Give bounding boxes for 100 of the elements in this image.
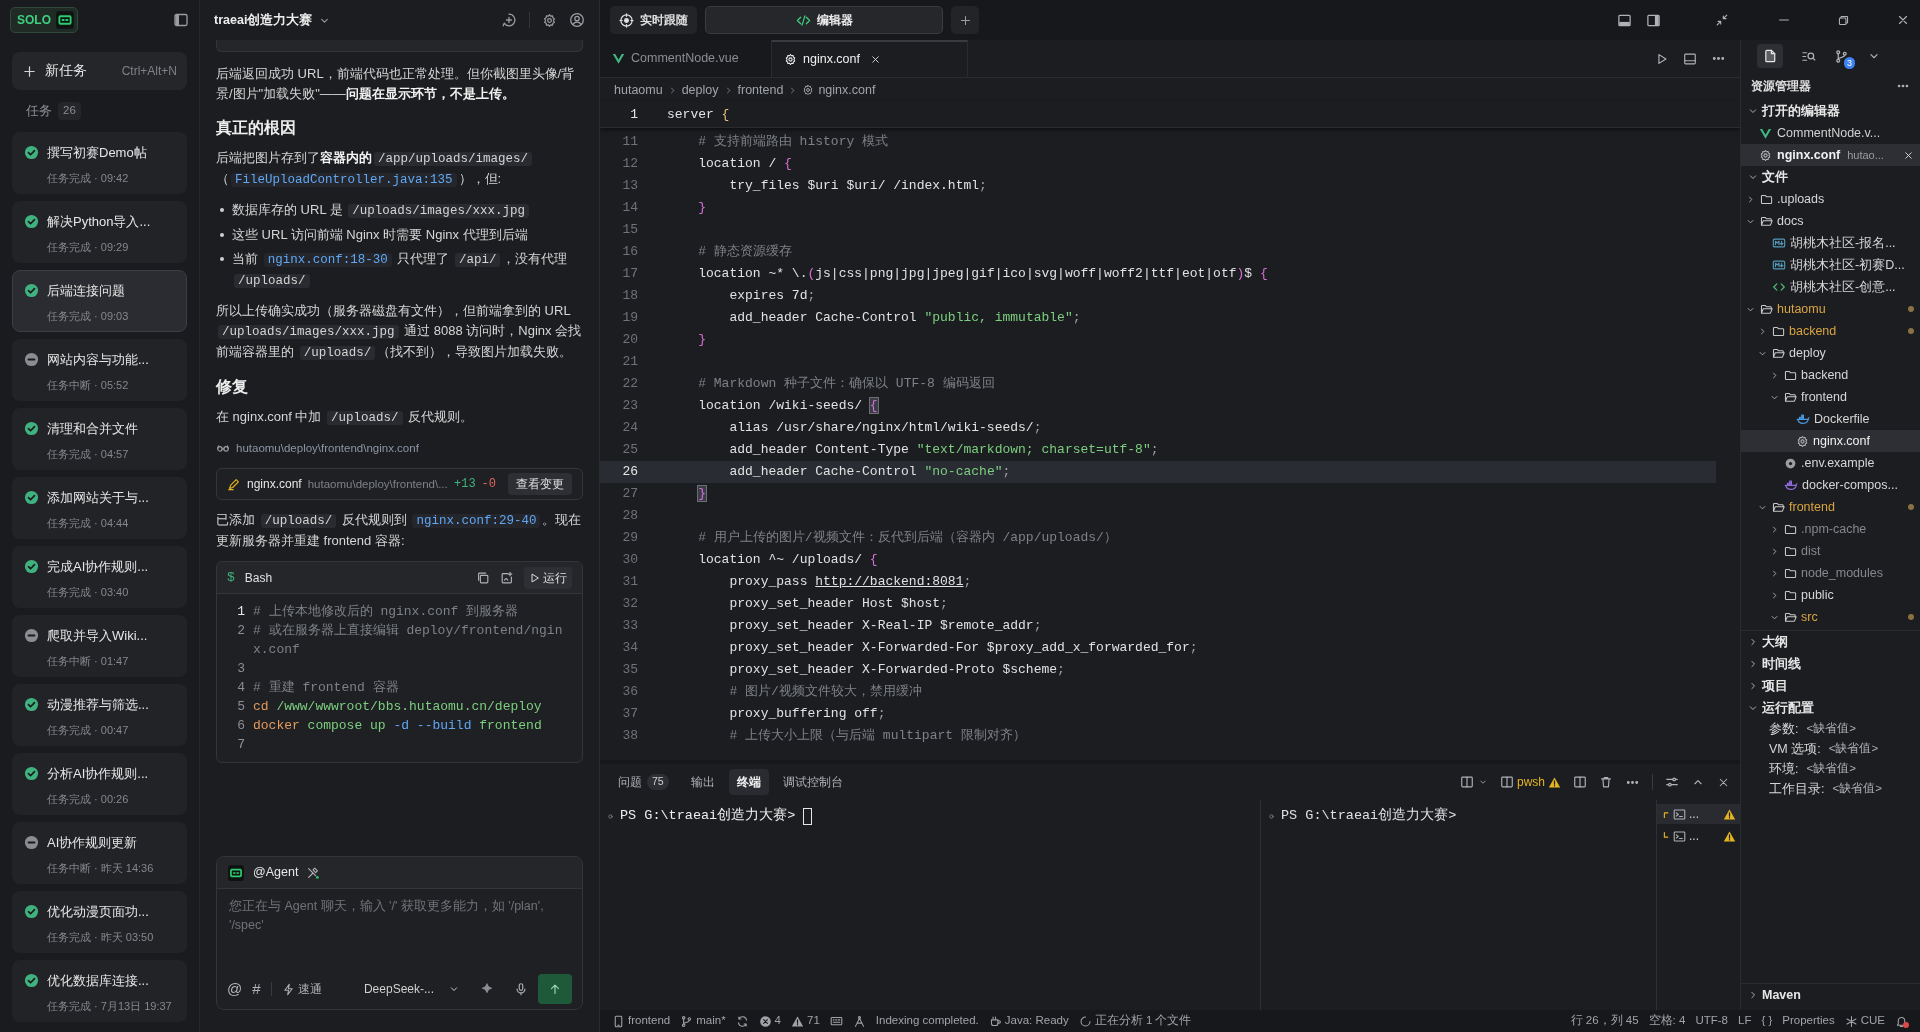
code-link[interactable]: nginx.conf:18-30	[263, 253, 392, 267]
status-item[interactable]: { }	[1761, 1012, 1773, 1030]
device-icon[interactable]	[612, 1014, 625, 1028]
status-item[interactable]: frontend	[628, 1012, 671, 1030]
spinner-icon[interactable]	[1078, 1014, 1092, 1028]
panel-tab[interactable]: 输出	[682, 769, 723, 795]
new-task-button[interactable]: 新任务 Ctrl+Alt+N	[12, 52, 187, 90]
status-item[interactable]: UTF-8	[1695, 1012, 1728, 1030]
close-icon[interactable]	[1896, 13, 1910, 27]
status-item[interactable]: Java: Ready	[1004, 1012, 1069, 1030]
copy-icon[interactable]	[476, 570, 490, 585]
status-item[interactable]: LF	[1738, 1012, 1752, 1030]
tree-item[interactable]: Dockerfile	[1741, 408, 1920, 430]
chat-input-box[interactable]: @Agent 您正在与 Agent 聊天，输入 '/' 获取更多能力，如 '/plan', '/spec' @ # 速通 DeepSeek-...	[216, 856, 583, 1010]
add-tab-button[interactable]	[951, 6, 979, 34]
config-value[interactable]: <缺省值>	[1806, 760, 1856, 778]
split-editor-icon[interactable]	[1683, 51, 1697, 66]
warning-icon[interactable]	[791, 1014, 804, 1028]
status-item[interactable]: Properties	[1782, 1012, 1835, 1030]
panel-tab[interactable]: 终端	[728, 769, 769, 795]
task-card[interactable]: 爬取并导入Wiki... 任务中断 · 01:47	[12, 615, 187, 677]
task-card[interactable]: AI协作规则更新 任务中断 · 昨天 14:36	[12, 822, 187, 884]
task-card[interactable]: 分析AI协作规则... 任务完成 · 00:26	[12, 753, 187, 815]
tree-item[interactable]: public	[1741, 584, 1920, 606]
task-card[interactable]: 撰写初赛Demo帖 任务完成 · 09:42	[12, 132, 187, 194]
panel-tab[interactable]: 问题 75	[610, 769, 677, 795]
task-card[interactable]: 优化动漫页面功... 任务完成 · 昨天 03:50	[12, 891, 187, 953]
terminal-session[interactable]: ...	[1657, 804, 1740, 824]
editor-tab[interactable]: CommentNode.vue	[600, 40, 772, 77]
keyboard-icon[interactable]	[829, 1014, 843, 1028]
file-path-link[interactable]: hutaomu\deploy\frontend\nginx.conf	[236, 438, 419, 458]
project-title[interactable]: traeai创造力大赛	[214, 10, 313, 30]
config-value[interactable]: <缺省值>	[1806, 720, 1856, 738]
tree-item[interactable]: .uploads	[1741, 188, 1920, 210]
toggle-sidebar-icon[interactable]	[1646, 12, 1661, 28]
status-item[interactable]: CUE	[1860, 1012, 1885, 1030]
view-changes-button[interactable]: 查看变更	[508, 473, 572, 495]
tree-item[interactable]: docs	[1741, 210, 1920, 232]
sync-icon[interactable]	[735, 1014, 749, 1028]
error-icon[interactable]	[758, 1014, 772, 1028]
shell-selector[interactable]: pwsh	[1500, 773, 1561, 791]
tree-item[interactable]: 胡桃木社区-初赛D...	[1741, 254, 1920, 276]
branch-icon[interactable]	[680, 1014, 694, 1028]
panel-tab[interactable]: 调试控制台	[774, 769, 851, 795]
layout-icon[interactable]	[1460, 775, 1474, 789]
task-card[interactable]: 解决Python导入... 任务完成 · 09:29	[12, 201, 187, 263]
send-button[interactable]	[538, 974, 572, 1004]
source-control-icon[interactable]	[1834, 48, 1849, 64]
config-value[interactable]: <缺省值>	[1832, 780, 1882, 798]
section-header[interactable]: 项目	[1741, 675, 1920, 697]
tree-item[interactable]: dist	[1741, 540, 1920, 562]
trash-icon[interactable]	[1599, 775, 1613, 789]
mention-button[interactable]: @	[227, 977, 243, 1001]
tag-button[interactable]: #	[252, 977, 261, 1001]
sparkle-icon[interactable]	[480, 982, 494, 996]
tree-item[interactable]: deploy	[1741, 342, 1920, 364]
tree-item[interactable]: backend	[1741, 364, 1920, 386]
microphone-icon[interactable]	[514, 982, 528, 996]
task-card[interactable]: 后端连接问题 任务完成 · 09:03	[12, 270, 187, 332]
config-value[interactable]: <缺省值>	[1828, 740, 1879, 758]
new-chat-icon[interactable]	[501, 12, 517, 28]
status-item[interactable]: 71	[807, 1012, 820, 1030]
asterisk-icon[interactable]	[1844, 1014, 1858, 1028]
status-item[interactable]: 空格: 4	[1648, 1012, 1686, 1030]
sidebar-toggle-icon[interactable]	[173, 12, 189, 28]
maximize-icon[interactable]	[1837, 13, 1850, 27]
tree-item[interactable]: .npm-cache	[1741, 518, 1920, 540]
open-editor-item[interactable]: nginx.conf hutao...	[1741, 144, 1920, 166]
sliders-icon[interactable]	[1665, 775, 1679, 789]
task-card[interactable]: 动漫推荐与筛选... 任务完成 · 00:47	[12, 684, 187, 746]
run-icon[interactable]	[1655, 51, 1669, 66]
tree-item[interactable]: node_modules	[1741, 562, 1920, 584]
breadcrumb-item[interactable]: hutaomu	[614, 80, 663, 100]
task-card[interactable]: 优化数据库连接... 任务完成 · 7月13日 19:37	[12, 960, 187, 1022]
breadcrumb-item[interactable]: frontend	[737, 80, 784, 100]
chevron-down-icon[interactable]	[1478, 777, 1488, 787]
close-icon[interactable]	[1903, 149, 1914, 161]
solo-logo[interactable]: SOLO	[10, 7, 78, 33]
task-card[interactable]: 清理和合并文件 任务完成 · 04:57	[12, 408, 187, 470]
bell-icon[interactable]	[1895, 1014, 1908, 1028]
collapse-icon[interactable]	[1715, 13, 1729, 27]
coffee-icon[interactable]	[988, 1014, 1002, 1028]
tree-item[interactable]: backend	[1741, 320, 1920, 342]
task-card[interactable]: 完成AI协作规则... 任务完成 · 03:40	[12, 546, 187, 608]
breadcrumb-item[interactable]: deploy	[681, 80, 719, 100]
code-link[interactable]: nginx.conf:29-40	[412, 514, 541, 528]
section-header[interactable]: Maven	[1741, 984, 1920, 1006]
mode-button[interactable]: 速通	[281, 980, 322, 998]
tree-item[interactable]: hutaomu	[1741, 298, 1920, 320]
toggle-panel-icon[interactable]	[1617, 12, 1632, 28]
status-item[interactable]: 正在分析 1 个文件	[1094, 1012, 1192, 1030]
file-name[interactable]: nginx.conf	[247, 474, 302, 494]
top-tab[interactable]: 实时跟随	[610, 6, 697, 34]
breadcrumb-item[interactable]: nginx.conf	[818, 80, 876, 100]
tree-item[interactable]: docker-compos...	[1741, 474, 1920, 496]
tree-item[interactable]: frontend	[1741, 386, 1920, 408]
task-card[interactable]: 网站内容与功能... 任务中断 · 05:52	[12, 339, 187, 401]
section-header[interactable]: 文件	[1741, 166, 1920, 188]
tree-item[interactable]: frontend	[1741, 496, 1920, 518]
insert-icon[interactable]	[500, 570, 514, 585]
